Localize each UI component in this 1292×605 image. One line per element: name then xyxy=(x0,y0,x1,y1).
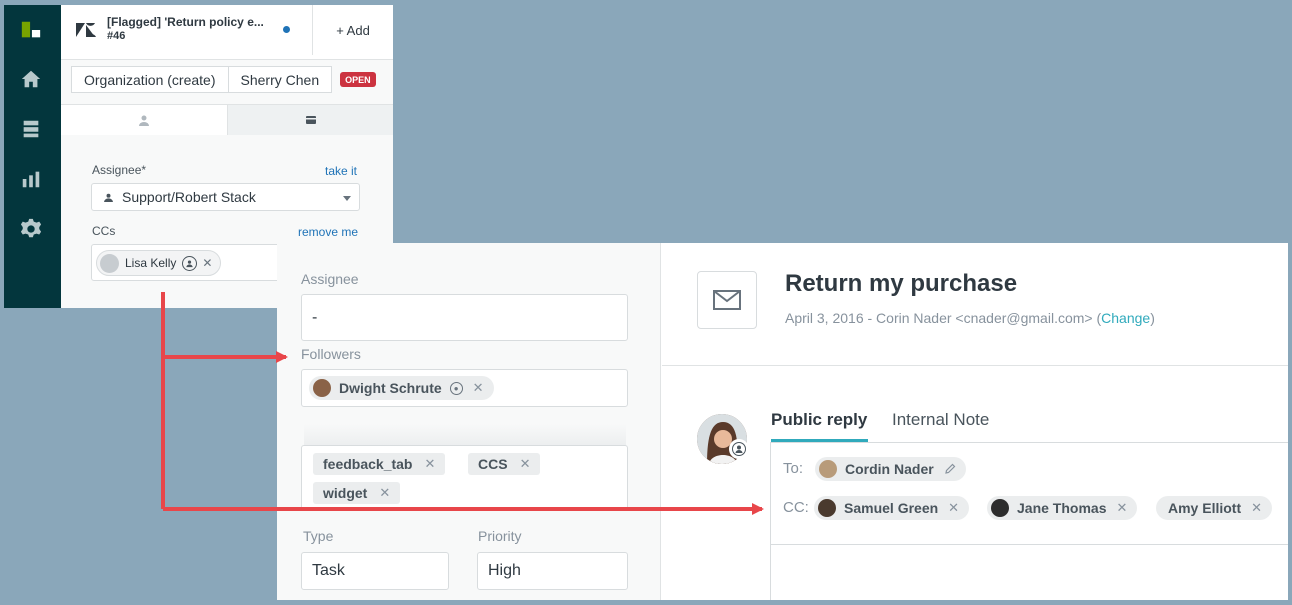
assignee-value: Support/Robert Stack xyxy=(122,189,256,205)
avatar xyxy=(819,460,837,478)
recipient-tag[interactable]: Cordin Nader xyxy=(815,457,966,481)
unsaved-dot xyxy=(283,26,290,33)
ticket-meta-end: ) xyxy=(1150,310,1155,326)
add-tab-button[interactable]: + Add xyxy=(312,5,393,55)
breadcrumb: Organization (create) Sherry Chen OPEN xyxy=(71,66,376,93)
avatar xyxy=(818,499,836,517)
follower-tag[interactable]: Dwight Schrute ● ✕ xyxy=(309,376,494,400)
to-label: To: xyxy=(783,460,804,477)
channel-icon xyxy=(697,271,757,329)
recipient-name: Amy Elliott xyxy=(1168,500,1242,516)
followers-label: Followers xyxy=(301,346,361,362)
ccs-label: CCs xyxy=(92,224,116,238)
chevron-down-icon xyxy=(343,196,351,201)
avatar xyxy=(100,254,119,273)
cc-label: CC: xyxy=(783,499,809,516)
pencil-icon[interactable] xyxy=(944,463,956,475)
tab-user[interactable] xyxy=(61,105,227,135)
cc-tag[interactable]: Lisa Kelly ✕ xyxy=(96,250,222,276)
assignee-label: Assignee* xyxy=(92,163,147,177)
recipient-name: Jane Thomas xyxy=(1017,500,1107,516)
divider xyxy=(770,544,1288,545)
remove-tag-icon[interactable]: ✕ xyxy=(1251,500,1262,516)
remove-tag-icon[interactable]: ✕ xyxy=(379,485,390,501)
card-icon xyxy=(305,116,316,124)
views-icon[interactable] xyxy=(18,116,44,142)
follower-name: Dwight Schrute xyxy=(339,380,442,396)
user-icon xyxy=(104,193,113,202)
tab-ticket-properties[interactable] xyxy=(227,105,393,135)
cc-tag-name: Lisa Kelly xyxy=(125,256,177,270)
cc-recipient-tag[interactable]: Samuel Green ✕ xyxy=(814,496,970,520)
status-badge: OPEN xyxy=(340,72,376,87)
envelope-icon xyxy=(713,290,741,310)
tag-pill[interactable]: CCS ✕ xyxy=(468,453,541,475)
remove-tag-icon[interactable]: ✕ xyxy=(473,380,484,396)
home-icon[interactable] xyxy=(18,66,44,92)
tab-public-reply[interactable]: Public reply xyxy=(771,410,867,430)
tag-label: widget xyxy=(323,485,368,501)
ticket-meta: April 3, 2016 - Corin Nader <cnader@gmai… xyxy=(785,310,1155,326)
user-icon xyxy=(139,115,149,126)
type-label: Type xyxy=(303,528,334,544)
remove-tag-icon[interactable]: ✕ xyxy=(520,456,531,472)
remove-tag-icon[interactable]: ✕ xyxy=(424,456,435,472)
new-ticket-panel: Assignee - Followers Dwight Schrute ● ✕ … xyxy=(277,243,1288,600)
type-select[interactable]: Task xyxy=(301,552,449,590)
remove-tag-icon[interactable]: ✕ xyxy=(1116,500,1127,516)
assignee-label: Assignee xyxy=(301,271,359,287)
remove-tag-icon[interactable]: ✕ xyxy=(948,500,959,516)
tag-pill[interactable]: feedback_tab ✕ xyxy=(313,453,446,475)
recipient-name: Samuel Green xyxy=(844,500,939,516)
cc-recipient-tag[interactable]: Jane Thomas ✕ xyxy=(987,496,1138,520)
tag-label: CCS xyxy=(478,456,508,472)
tab-internal-note[interactable]: Internal Note xyxy=(892,410,989,430)
person-circle-icon: ● xyxy=(449,381,463,395)
tag-label: feedback_tab xyxy=(323,456,413,472)
zendesk-mark-icon xyxy=(76,23,96,37)
recipient-name: Cordin Nader xyxy=(845,461,934,477)
breadcrumb-organization[interactable]: Organization (create) xyxy=(71,66,229,93)
change-link[interactable]: Change xyxy=(1101,310,1150,326)
assignee-field[interactable]: - xyxy=(301,294,628,341)
ticket-tab-header: [Flagged] 'Return policy e... #46 + Add xyxy=(61,5,393,60)
take-it-link[interactable]: take it xyxy=(325,164,357,178)
remove-me-link[interactable]: remove me xyxy=(298,225,358,239)
breadcrumb-requester[interactable]: Sherry Chen xyxy=(227,66,333,93)
assignee-select[interactable]: Support/Robert Stack xyxy=(91,183,360,211)
type-value: Task xyxy=(312,562,345,579)
divider xyxy=(662,365,1288,366)
settings-icon[interactable] xyxy=(18,216,44,242)
remove-tag-icon[interactable]: ✕ xyxy=(202,256,212,270)
avatar xyxy=(991,499,1009,517)
ticket-number: #46 xyxy=(107,30,126,42)
avatar xyxy=(313,379,331,397)
zendesk-logo-icon[interactable] xyxy=(18,17,44,43)
reporting-icon[interactable] xyxy=(18,166,44,192)
assignee-value: - xyxy=(312,308,318,326)
ticket-meta-text: April 3, 2016 - Corin Nader <cnader@gmai… xyxy=(785,310,1102,326)
ticket-tab-title[interactable]: [Flagged] 'Return policy e... xyxy=(107,15,264,29)
priority-select[interactable]: High xyxy=(477,552,628,590)
tag-pill[interactable]: widget ✕ xyxy=(313,482,401,504)
cc-recipient-tag[interactable]: Amy Elliott ✕ xyxy=(1156,496,1273,520)
priority-value: High xyxy=(488,562,521,579)
fade-divider xyxy=(304,424,626,446)
ticket-properties-sidebar: Assignee - Followers Dwight Schrute ● ✕ … xyxy=(277,243,661,600)
agent-badge-icon xyxy=(729,439,749,459)
ticket-subject: Return my purchase xyxy=(785,270,1018,297)
priority-label: Priority xyxy=(478,528,522,544)
nav-rail xyxy=(4,5,61,308)
person-circle-icon xyxy=(182,255,198,271)
sidebar-tabs xyxy=(61,104,393,135)
